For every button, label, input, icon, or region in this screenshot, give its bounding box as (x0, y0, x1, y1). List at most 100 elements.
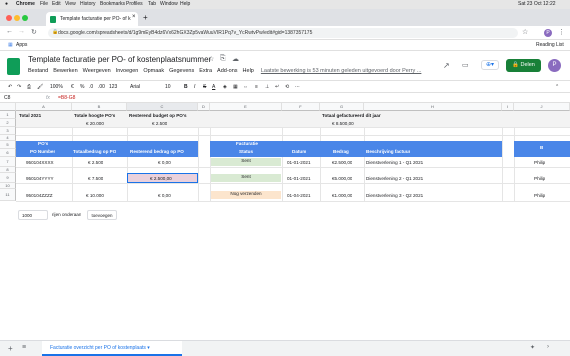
menu-window[interactable]: Window (160, 0, 178, 9)
menu-bestand[interactable]: Bestand (28, 68, 48, 74)
collapse-menu-icon[interactable]: ⌃ (555, 81, 559, 93)
document-title[interactable]: Template facturatie per PO- of kostenpla… (28, 55, 211, 64)
amount-header[interactable]: Bedrag (333, 149, 349, 154)
row-header-1[interactable]: 1 (0, 111, 16, 119)
column-header-b[interactable]: B (72, 103, 127, 111)
status-sent-1[interactable]: Sent (211, 158, 281, 166)
move-icon[interactable]: ⎘ (220, 55, 226, 63)
back-icon[interactable]: ← (6, 28, 13, 35)
number-format-button[interactable]: 123 (109, 81, 117, 93)
sheets-logo-icon[interactable] (7, 58, 20, 75)
menu-bookmarks[interactable]: Bookmarks (100, 0, 125, 9)
borders-icon[interactable]: ▦ (233, 81, 238, 93)
formula-input[interactable]: =B8-G8 (58, 93, 75, 103)
extra-header[interactable]: B (540, 145, 543, 150)
column-header-h[interactable]: H (364, 103, 502, 111)
bookmark-apps[interactable]: Apps (16, 40, 27, 51)
menu-view[interactable]: View (65, 0, 76, 9)
po-remaining-2[interactable]: € 2.500,00 (150, 176, 172, 181)
menu-edit[interactable]: Edit (52, 0, 61, 9)
po-height-value[interactable]: € 20.000 (86, 121, 104, 126)
new-tab-icon[interactable]: + (143, 13, 148, 22)
percent-button[interactable]: % (80, 81, 84, 93)
currency-button[interactable]: € (71, 81, 74, 93)
row-header-7[interactable]: 7 (0, 157, 16, 167)
row-header-6[interactable]: 6 (0, 149, 16, 157)
wrap-icon[interactable]: ↵ (275, 81, 279, 93)
po-total-2[interactable]: € 7.500 (88, 176, 103, 181)
po-remaining-3[interactable]: € 0,00 (158, 193, 171, 198)
fill-color-icon[interactable]: ◈ (223, 81, 227, 93)
menu-tab[interactable]: Tab (148, 0, 156, 9)
font-size-select[interactable]: 10 (165, 81, 171, 93)
more-tools-icon[interactable]: ⋯ (295, 81, 300, 93)
invoice-amount-1[interactable]: €2.500,00 (332, 160, 352, 165)
meet-button[interactable]: ⊕▾ (481, 60, 499, 70)
forward-icon[interactable]: → (18, 28, 25, 35)
menu-help-sheets[interactable]: Help (243, 68, 254, 74)
invoice-amount-2[interactable]: €5.000,00 (332, 176, 352, 181)
po-remaining-1[interactable]: € 0,00 (158, 160, 171, 165)
menu-profiles[interactable]: Profiles (126, 0, 143, 9)
decimal-decrease-button[interactable]: .0 (89, 81, 93, 93)
date-header[interactable]: Datum (292, 149, 306, 154)
apps-icon[interactable]: ▦ (8, 40, 13, 51)
text-color-button[interactable]: A (212, 81, 215, 93)
status-sent-2[interactable]: Sent (211, 174, 281, 182)
cloud-status-icon[interactable]: ☁ (232, 55, 239, 63)
add-rows-button[interactable]: toevoegen (87, 210, 117, 220)
apple-icon[interactable]: ● (5, 0, 8, 9)
url-field[interactable]: docs.google.com/spreadsheets/d/1g9mEyB4d… (48, 28, 518, 38)
select-all-corner[interactable] (0, 103, 16, 111)
star-icon[interactable]: ☆ (522, 28, 528, 36)
po-total-3[interactable]: € 10.000 (86, 193, 104, 198)
menu-weergeven[interactable]: Weergeven (83, 68, 111, 74)
account-avatar[interactable]: P (548, 59, 561, 72)
explore-icon[interactable]: ✦ (530, 344, 535, 351)
invoice-status-header[interactable]: Status (239, 149, 253, 154)
po-number-header[interactable]: PO Number (30, 149, 55, 154)
menu-addons[interactable]: Add-ons (217, 68, 238, 74)
remaining-budget-value[interactable]: € 2.500 (152, 121, 167, 126)
app-name[interactable]: Chrome (16, 0, 35, 9)
name-box[interactable]: C8 (4, 93, 10, 103)
total-year-label[interactable]: Total 2021 (19, 113, 41, 118)
invoiced-value[interactable]: € 8.500,00 (332, 121, 354, 126)
rotate-icon[interactable]: ⟲ (285, 81, 289, 93)
redo-icon[interactable]: ↷ (17, 81, 21, 93)
menu-help[interactable]: Help (180, 0, 190, 9)
column-header-f[interactable]: F (282, 103, 320, 111)
browser-tab[interactable]: Template facturatie per PO- of k (46, 12, 138, 26)
invoice-description-3[interactable]: Dienstverlening 3 - Q2 2021 (366, 193, 423, 198)
extra-cell-3[interactable]: Philip (534, 193, 545, 198)
print-icon[interactable]: ⎙ (27, 81, 31, 93)
italic-button[interactable]: I (194, 81, 195, 93)
column-header-j[interactable]: J (514, 103, 570, 111)
invoice-top-header[interactable]: Facturatie (236, 141, 258, 146)
minimize-window-icon[interactable] (14, 15, 20, 21)
column-header-a[interactable]: A (16, 103, 72, 111)
invoice-date-1[interactable]: 01-01-2021 (287, 160, 311, 165)
row-header-2[interactable]: 2 (0, 119, 16, 127)
menu-file[interactable]: File (40, 0, 48, 9)
reload-icon[interactable]: ↻ (31, 28, 37, 36)
invoice-date-3[interactable]: 01-04-2021 (287, 193, 311, 198)
column-header-c[interactable]: C (127, 103, 198, 111)
extra-cell-1[interactable]: Philip (534, 160, 545, 165)
menu-extra[interactable]: Extra (199, 68, 212, 74)
column-header-e[interactable]: E (210, 103, 282, 111)
sheet-tab-active[interactable]: Facturatie overzicht per PO of kostenpla… (42, 341, 182, 356)
sheet-tab-menu-icon[interactable]: ▾ (147, 345, 150, 351)
comments-icon[interactable]: ▭ (462, 61, 469, 69)
status-pending-3[interactable]: Nog verzenden (211, 191, 281, 199)
close-tab-icon[interactable]: × (132, 14, 136, 20)
last-edit-link[interactable]: Laatste bewerking is 53 minuten geleden … (261, 68, 422, 74)
row-header-3[interactable]: 3 (0, 127, 16, 135)
more-menu-icon[interactable]: ⋮ (558, 28, 565, 36)
po-amount-header[interactable]: Totaalbedrag op PO (73, 149, 116, 154)
bold-button[interactable]: B (184, 81, 188, 93)
po-remaining-header[interactable]: Resterend bedrag op PO (130, 149, 184, 154)
merge-icon[interactable]: ⇔ (243, 81, 248, 93)
menu-gegevens[interactable]: Gegevens (169, 68, 194, 74)
all-sheets-icon[interactable]: ≡ (22, 344, 26, 351)
